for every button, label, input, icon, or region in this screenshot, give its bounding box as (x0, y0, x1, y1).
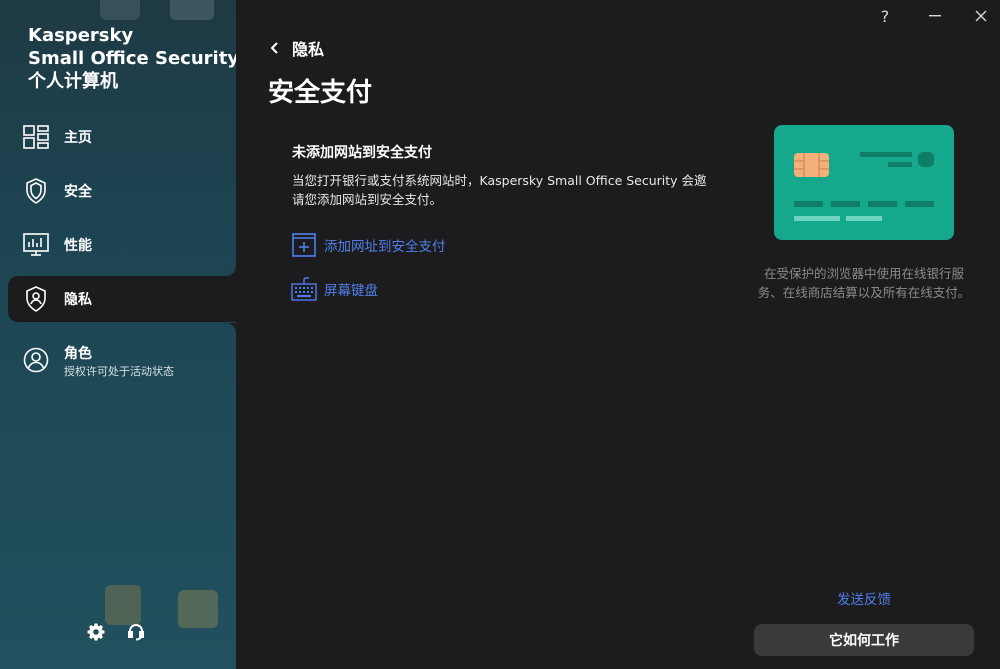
sidebar-item-performance[interactable]: 性能 (8, 222, 236, 268)
sidebar-item-home[interactable]: 主页 (8, 114, 236, 160)
section-title: 未添加网站到安全支付 (292, 145, 432, 161)
send-feedback-link[interactable]: 发送反馈 (754, 588, 974, 608)
page-title: 安全支付 (268, 78, 373, 108)
keyboard-icon (291, 276, 317, 302)
user-circle-icon (22, 346, 50, 374)
active-tab-corner (226, 323, 236, 333)
home-grid-icon (22, 123, 50, 151)
action-label: 添加网址到安全支付 (324, 239, 446, 255)
sidebar-item-label: 性能 (64, 238, 92, 254)
how-it-works-button[interactable]: 它如何工作 (754, 624, 974, 656)
sidebar-item-security[interactable]: 安全 (8, 168, 236, 214)
product-name: Kaspersky Small Office Security 个人计算机 (28, 24, 236, 93)
help-button[interactable]: ? (862, 0, 908, 32)
performance-chart-icon (22, 231, 50, 259)
minimize-icon (929, 15, 941, 17)
sidebar-item-label: 隐私 (64, 292, 92, 308)
safe-money-info: 在受保护的浏览器中使用在线银行服务、在线商店结算以及所有在线支付。 (757, 266, 971, 300)
sidebar-item-privacy[interactable]: 隐私 (8, 276, 236, 322)
support-headset-icon[interactable] (124, 620, 148, 644)
shield-icon (22, 177, 50, 205)
section-description: 当您打开银行或支付系统网站时，Kaspersky Small Office Se… (292, 173, 707, 207)
chevron-left-icon (270, 42, 278, 54)
on-screen-keyboard-link[interactable]: 屏幕键盘 (291, 276, 378, 302)
background-decoration (100, 0, 140, 20)
sidebar-item-label: 安全 (64, 184, 92, 200)
privacy-shield-user-icon (22, 285, 50, 313)
action-label: 屏幕键盘 (324, 283, 378, 299)
sidebar: Kaspersky Small Office Security 个人计算机 主页… (0, 0, 236, 669)
sidebar-item-label: 角色 (64, 346, 92, 362)
sidebar-item-role[interactable]: 角色 授权许可处于活动状态 (8, 337, 236, 383)
sidebar-item-label: 主页 (64, 130, 92, 146)
license-status: 授权许可处于活动状态 (64, 365, 174, 378)
brand-line: Kaspersky (28, 25, 134, 46)
background-decoration (105, 585, 141, 625)
minimize-button[interactable] (912, 0, 958, 32)
active-tab-corner (226, 266, 236, 276)
add-url-to-safe-money-link[interactable]: 添加网址到安全支付 (291, 232, 446, 258)
back-label: 隐私 (292, 40, 325, 59)
gear-icon[interactable] (84, 620, 108, 644)
close-icon (975, 10, 987, 22)
brand-line: 个人计算机 (28, 71, 118, 92)
background-decoration (170, 0, 214, 20)
background-decoration (178, 590, 218, 628)
brand-line: Small Office Security (28, 48, 236, 69)
close-button[interactable] (958, 0, 1000, 32)
back-button[interactable]: 隐私 (268, 36, 324, 60)
credit-card-icon (774, 125, 954, 240)
add-url-icon (291, 232, 317, 258)
